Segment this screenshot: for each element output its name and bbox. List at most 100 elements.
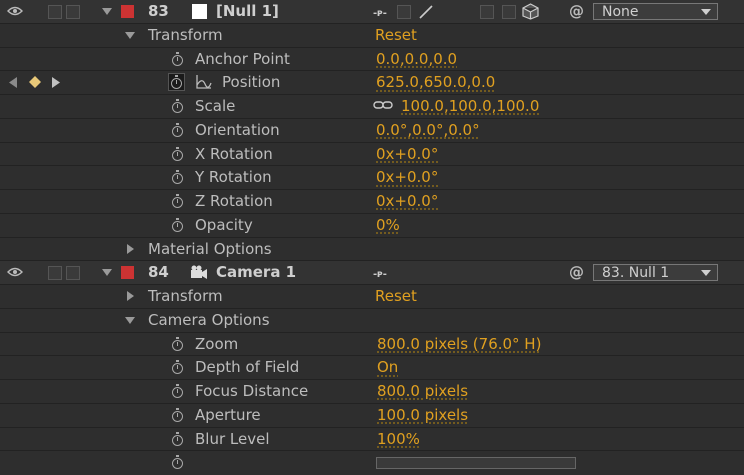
property-label: Scale bbox=[195, 97, 236, 115]
property-value[interactable]: 0x+0.0° bbox=[376, 143, 438, 166]
property-label: Blur Level bbox=[195, 429, 270, 448]
stopwatch-icon[interactable] bbox=[172, 51, 183, 66]
layer-expand-chevron-icon[interactable] bbox=[102, 8, 112, 15]
property-value[interactable]: 800.0 pixels bbox=[377, 380, 468, 403]
property-row-anchor-point: Anchor Point 0.0,0.0,0.0 bbox=[0, 47, 744, 72]
stopwatch-icon[interactable] bbox=[172, 384, 183, 398]
camera-icon bbox=[191, 265, 207, 280]
shy-icon[interactable]: -ᴘ- bbox=[373, 2, 387, 25]
layer-expand-chevron-icon[interactable] bbox=[102, 269, 112, 277]
property-row-y-rotation: Y Rotation 0x+0.0° bbox=[0, 166, 744, 190]
prev-keyframe-icon[interactable] bbox=[9, 77, 18, 89]
layer-number: 83 bbox=[148, 2, 169, 20]
transform-reset-button[interactable]: Reset bbox=[375, 24, 417, 47]
layer-row-83[interactable]: 83 [Null 1] -ᴘ- @ None bbox=[0, 0, 744, 24]
property-value[interactable]: 0.0,0.0,0.0 bbox=[376, 48, 457, 71]
expand-icon[interactable] bbox=[127, 243, 134, 254]
source-thumbnail bbox=[192, 4, 207, 19]
transform-label: Transform bbox=[148, 25, 223, 44]
property-label: Anchor Point bbox=[195, 49, 290, 68]
property-value[interactable]: 0% bbox=[376, 214, 400, 237]
layer-name[interactable]: Camera 1 bbox=[216, 261, 296, 284]
graph-editor-icon[interactable] bbox=[196, 75, 212, 89]
property-row-x-rotation: X Rotation 0x+0.0° bbox=[0, 142, 744, 167]
label-color-chip[interactable] bbox=[121, 266, 134, 280]
property-value[interactable]: On bbox=[377, 356, 398, 379]
layer-name[interactable]: [Null 1] bbox=[216, 0, 279, 23]
property-value[interactable]: 100% bbox=[377, 428, 420, 451]
property-value[interactable]: 0x+0.0° bbox=[376, 166, 438, 189]
property-row-orientation: Orientation 0.0°,0.0°,0.0° bbox=[0, 118, 744, 143]
stopwatch-icon[interactable] bbox=[172, 194, 183, 208]
property-row-z-rotation: Z Rotation 0x+0.0° bbox=[0, 190, 744, 214]
pencil-icon[interactable] bbox=[418, 4, 434, 20]
property-row-partial bbox=[0, 451, 744, 475]
fx-switch[interactable] bbox=[397, 5, 411, 19]
material-options-row[interactable]: Material Options bbox=[0, 237, 744, 262]
chevron-down-icon bbox=[701, 9, 711, 15]
property-value[interactable]: 100.0 pixels bbox=[377, 404, 468, 427]
parent-dropdown-value: 83. Null 1 bbox=[602, 265, 670, 282]
stopwatch-icon[interactable] bbox=[172, 122, 183, 137]
property-row-zoom: Zoom 800.0 pixels (76.0° H) bbox=[0, 332, 744, 357]
transform-label: Transform bbox=[148, 287, 223, 305]
property-label: Opacity bbox=[195, 215, 253, 234]
property-row-position: Position 625.0,650.0,0.0 bbox=[0, 71, 744, 95]
property-label: Position bbox=[222, 73, 281, 92]
eye-icon[interactable] bbox=[7, 267, 23, 277]
partial-dropdown[interactable] bbox=[376, 457, 576, 470]
material-options-label: Material Options bbox=[148, 239, 272, 258]
property-label: Z Rotation bbox=[195, 192, 273, 210]
next-keyframe-icon[interactable] bbox=[52, 77, 61, 89]
parent-dropdown[interactable]: 83. Null 1 bbox=[593, 264, 718, 282]
property-value[interactable]: 625.0,650.0,0.0 bbox=[376, 71, 495, 94]
audio-switch[interactable] bbox=[48, 266, 62, 281]
property-value[interactable]: 0x+0.0° bbox=[376, 190, 438, 213]
property-label: Focus Distance bbox=[195, 382, 309, 400]
stopwatch-icon[interactable] bbox=[172, 146, 183, 161]
transform-group-row[interactable]: Transform Reset bbox=[0, 285, 744, 309]
property-row-blur-level: Blur Level 100% bbox=[0, 427, 744, 452]
stopwatch-icon[interactable] bbox=[172, 99, 183, 113]
transform-expand-icon[interactable] bbox=[125, 31, 135, 39]
expand-icon[interactable] bbox=[127, 291, 134, 301]
constrain-proportions-link-icon[interactable] bbox=[373, 99, 393, 111]
stopwatch-icon[interactable] bbox=[172, 360, 183, 375]
property-label: Aperture bbox=[195, 405, 261, 424]
stopwatch-icon[interactable] bbox=[172, 407, 183, 422]
layer-number: 84 bbox=[148, 263, 169, 282]
camera-options-label: Camera Options bbox=[148, 310, 270, 329]
transform-group-row[interactable]: Transform Reset bbox=[0, 23, 744, 48]
layer-row-84[interactable]: 84 Camera 1 -ᴘ- @ 83. Null 1 bbox=[0, 261, 744, 285]
keyframe-diamond-icon[interactable] bbox=[29, 76, 41, 89]
property-value[interactable]: 100.0,100.0,100.0 bbox=[401, 95, 539, 118]
stopwatch-icon[interactable] bbox=[172, 336, 183, 351]
property-label: Depth of Field bbox=[195, 358, 300, 377]
property-label: Orientation bbox=[195, 120, 280, 139]
property-label: Y Rotation bbox=[195, 168, 272, 187]
chevron-down-icon bbox=[701, 270, 711, 277]
solo-switch[interactable] bbox=[66, 266, 80, 281]
eye-icon[interactable] bbox=[7, 6, 23, 16]
property-value[interactable]: 0.0°,0.0°,0.0° bbox=[376, 119, 480, 142]
3d-cube-icon[interactable] bbox=[522, 3, 539, 20]
adjustment-switch[interactable] bbox=[502, 5, 516, 19]
transform-reset-button[interactable]: Reset bbox=[375, 285, 417, 308]
property-row-aperture: Aperture 100.0 pixels bbox=[0, 403, 744, 428]
motion-blur-switch[interactable] bbox=[480, 5, 494, 19]
pick-whip-icon[interactable]: @ bbox=[569, 261, 584, 284]
shy-icon[interactable]: -ᴘ- bbox=[373, 263, 387, 286]
property-row-depth-of-field: Depth of Field On bbox=[0, 356, 744, 380]
camera-options-row[interactable]: Camera Options bbox=[0, 308, 744, 333]
solo-switch[interactable] bbox=[66, 5, 80, 19]
camera-options-expand-icon[interactable] bbox=[125, 316, 135, 324]
property-value[interactable]: 800.0 pixels (76.0° H) bbox=[377, 333, 541, 356]
pick-whip-icon[interactable]: @ bbox=[569, 0, 584, 23]
stopwatch-icon[interactable] bbox=[172, 431, 183, 446]
stopwatch-icon[interactable] bbox=[172, 217, 183, 232]
property-label: Zoom bbox=[195, 334, 239, 353]
label-color-chip[interactable] bbox=[121, 5, 134, 18]
parent-dropdown[interactable]: None bbox=[593, 3, 718, 20]
stopwatch-icon[interactable] bbox=[172, 170, 183, 185]
audio-switch[interactable] bbox=[48, 5, 62, 19]
